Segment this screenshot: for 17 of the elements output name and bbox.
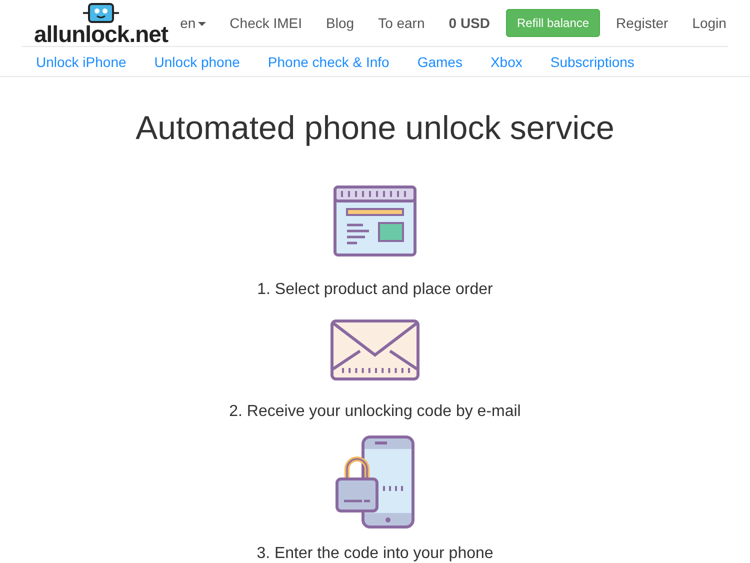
step-text: 2. Receive your unlocking code by e-mail xyxy=(229,403,521,421)
browser-window-icon xyxy=(332,185,417,257)
nav-link[interactable]: Check IMEI xyxy=(218,15,314,31)
step-text: 3. Enter the code into your phone xyxy=(256,545,494,563)
nav-link[interactable]: Login xyxy=(680,15,738,31)
phone-with-padlock-icon xyxy=(334,435,415,529)
caret-icon xyxy=(198,22,206,27)
step-text: 1. Select product and place order xyxy=(257,281,493,299)
page-heading: Automated phone unlock service xyxy=(136,109,614,147)
language-dropdown[interactable]: en xyxy=(168,15,218,31)
nav-link[interactable]: Blog xyxy=(314,15,366,31)
envelope-icon xyxy=(330,319,420,381)
balance-link[interactable]: 0 USD xyxy=(436,15,502,31)
nav-link[interactable]: To earn xyxy=(366,15,437,31)
robot-logo-icon xyxy=(81,3,122,23)
logo-text[interactable]: allunlock.net xyxy=(34,23,168,45)
nav-link[interactable]: Register xyxy=(604,15,680,31)
